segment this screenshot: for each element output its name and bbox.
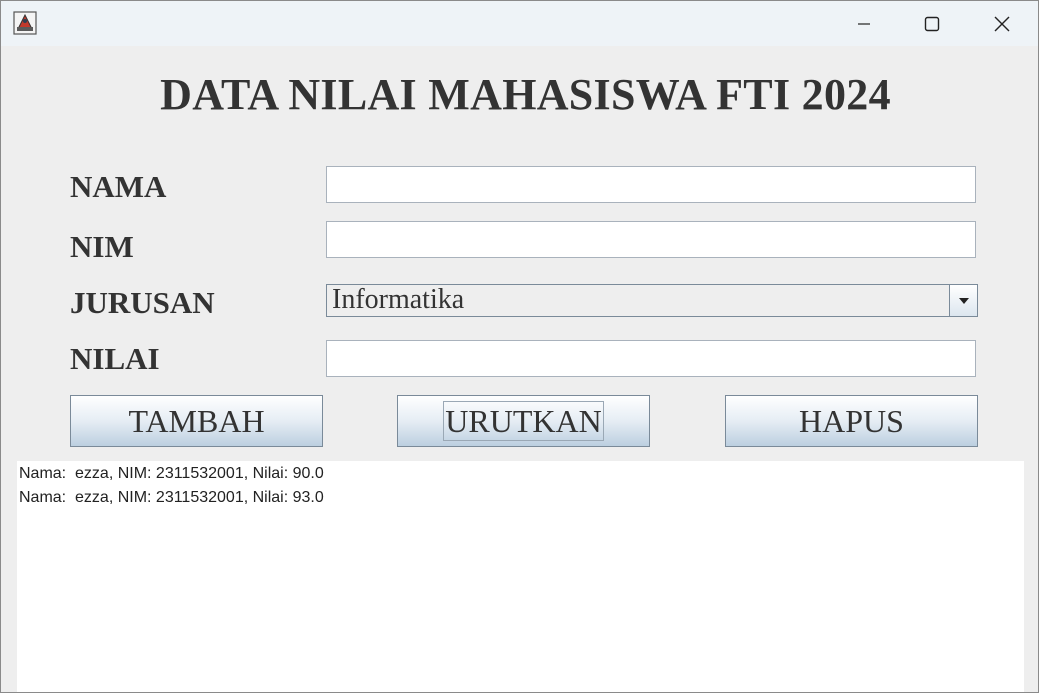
output-line: Nama: ezza, NIM: 2311532001, Nilai: 90.0 <box>19 465 324 482</box>
nilai-input[interactable] <box>326 340 976 377</box>
combobox-dropdown-button[interactable] <box>949 285 977 316</box>
maximize-icon <box>924 16 940 31</box>
chevron-down-icon <box>958 297 969 304</box>
page-title: DATA NILAI MAHASISWA FTI 2024 <box>160 70 891 119</box>
minimize-button[interactable] <box>829 1 899 46</box>
app-window: DATA NILAI MAHASISWA FTI 2024 NAMA NIM J… <box>0 0 1039 693</box>
maximize-button[interactable] <box>897 1 967 46</box>
tambah-button[interactable]: TAMBAH <box>70 395 323 447</box>
close-button[interactable] <box>967 1 1037 46</box>
nama-label: NAMA <box>70 169 167 204</box>
minimize-icon <box>858 22 870 25</box>
close-icon <box>994 16 1010 31</box>
java-app-icon <box>13 11 37 35</box>
tambah-button-label: TAMBAH <box>128 402 265 439</box>
title-bar[interactable] <box>1 1 1038 46</box>
output-text-area[interactable]: Nama: ezza, NIM: 2311532001, Nilai: 90.0… <box>17 461 1024 692</box>
hapus-button-label: HAPUS <box>799 402 904 439</box>
nim-label: NIM <box>70 229 134 264</box>
nilai-label: NILAI <box>70 341 160 376</box>
jurusan-label: JURUSAN <box>70 285 215 320</box>
jurusan-selected-value: Informatika <box>332 284 465 315</box>
output-line: Nama: ezza, NIM: 2311532001, Nilai: 93.0 <box>19 489 324 506</box>
jurusan-combobox[interactable]: Informatika <box>326 284 978 317</box>
urutkan-button[interactable]: URUTKAN <box>397 395 650 447</box>
nim-input[interactable] <box>326 221 976 258</box>
nama-input[interactable] <box>326 166 976 203</box>
hapus-button[interactable]: HAPUS <box>725 395 978 447</box>
urutkan-button-label: URUTKAN <box>443 401 604 441</box>
